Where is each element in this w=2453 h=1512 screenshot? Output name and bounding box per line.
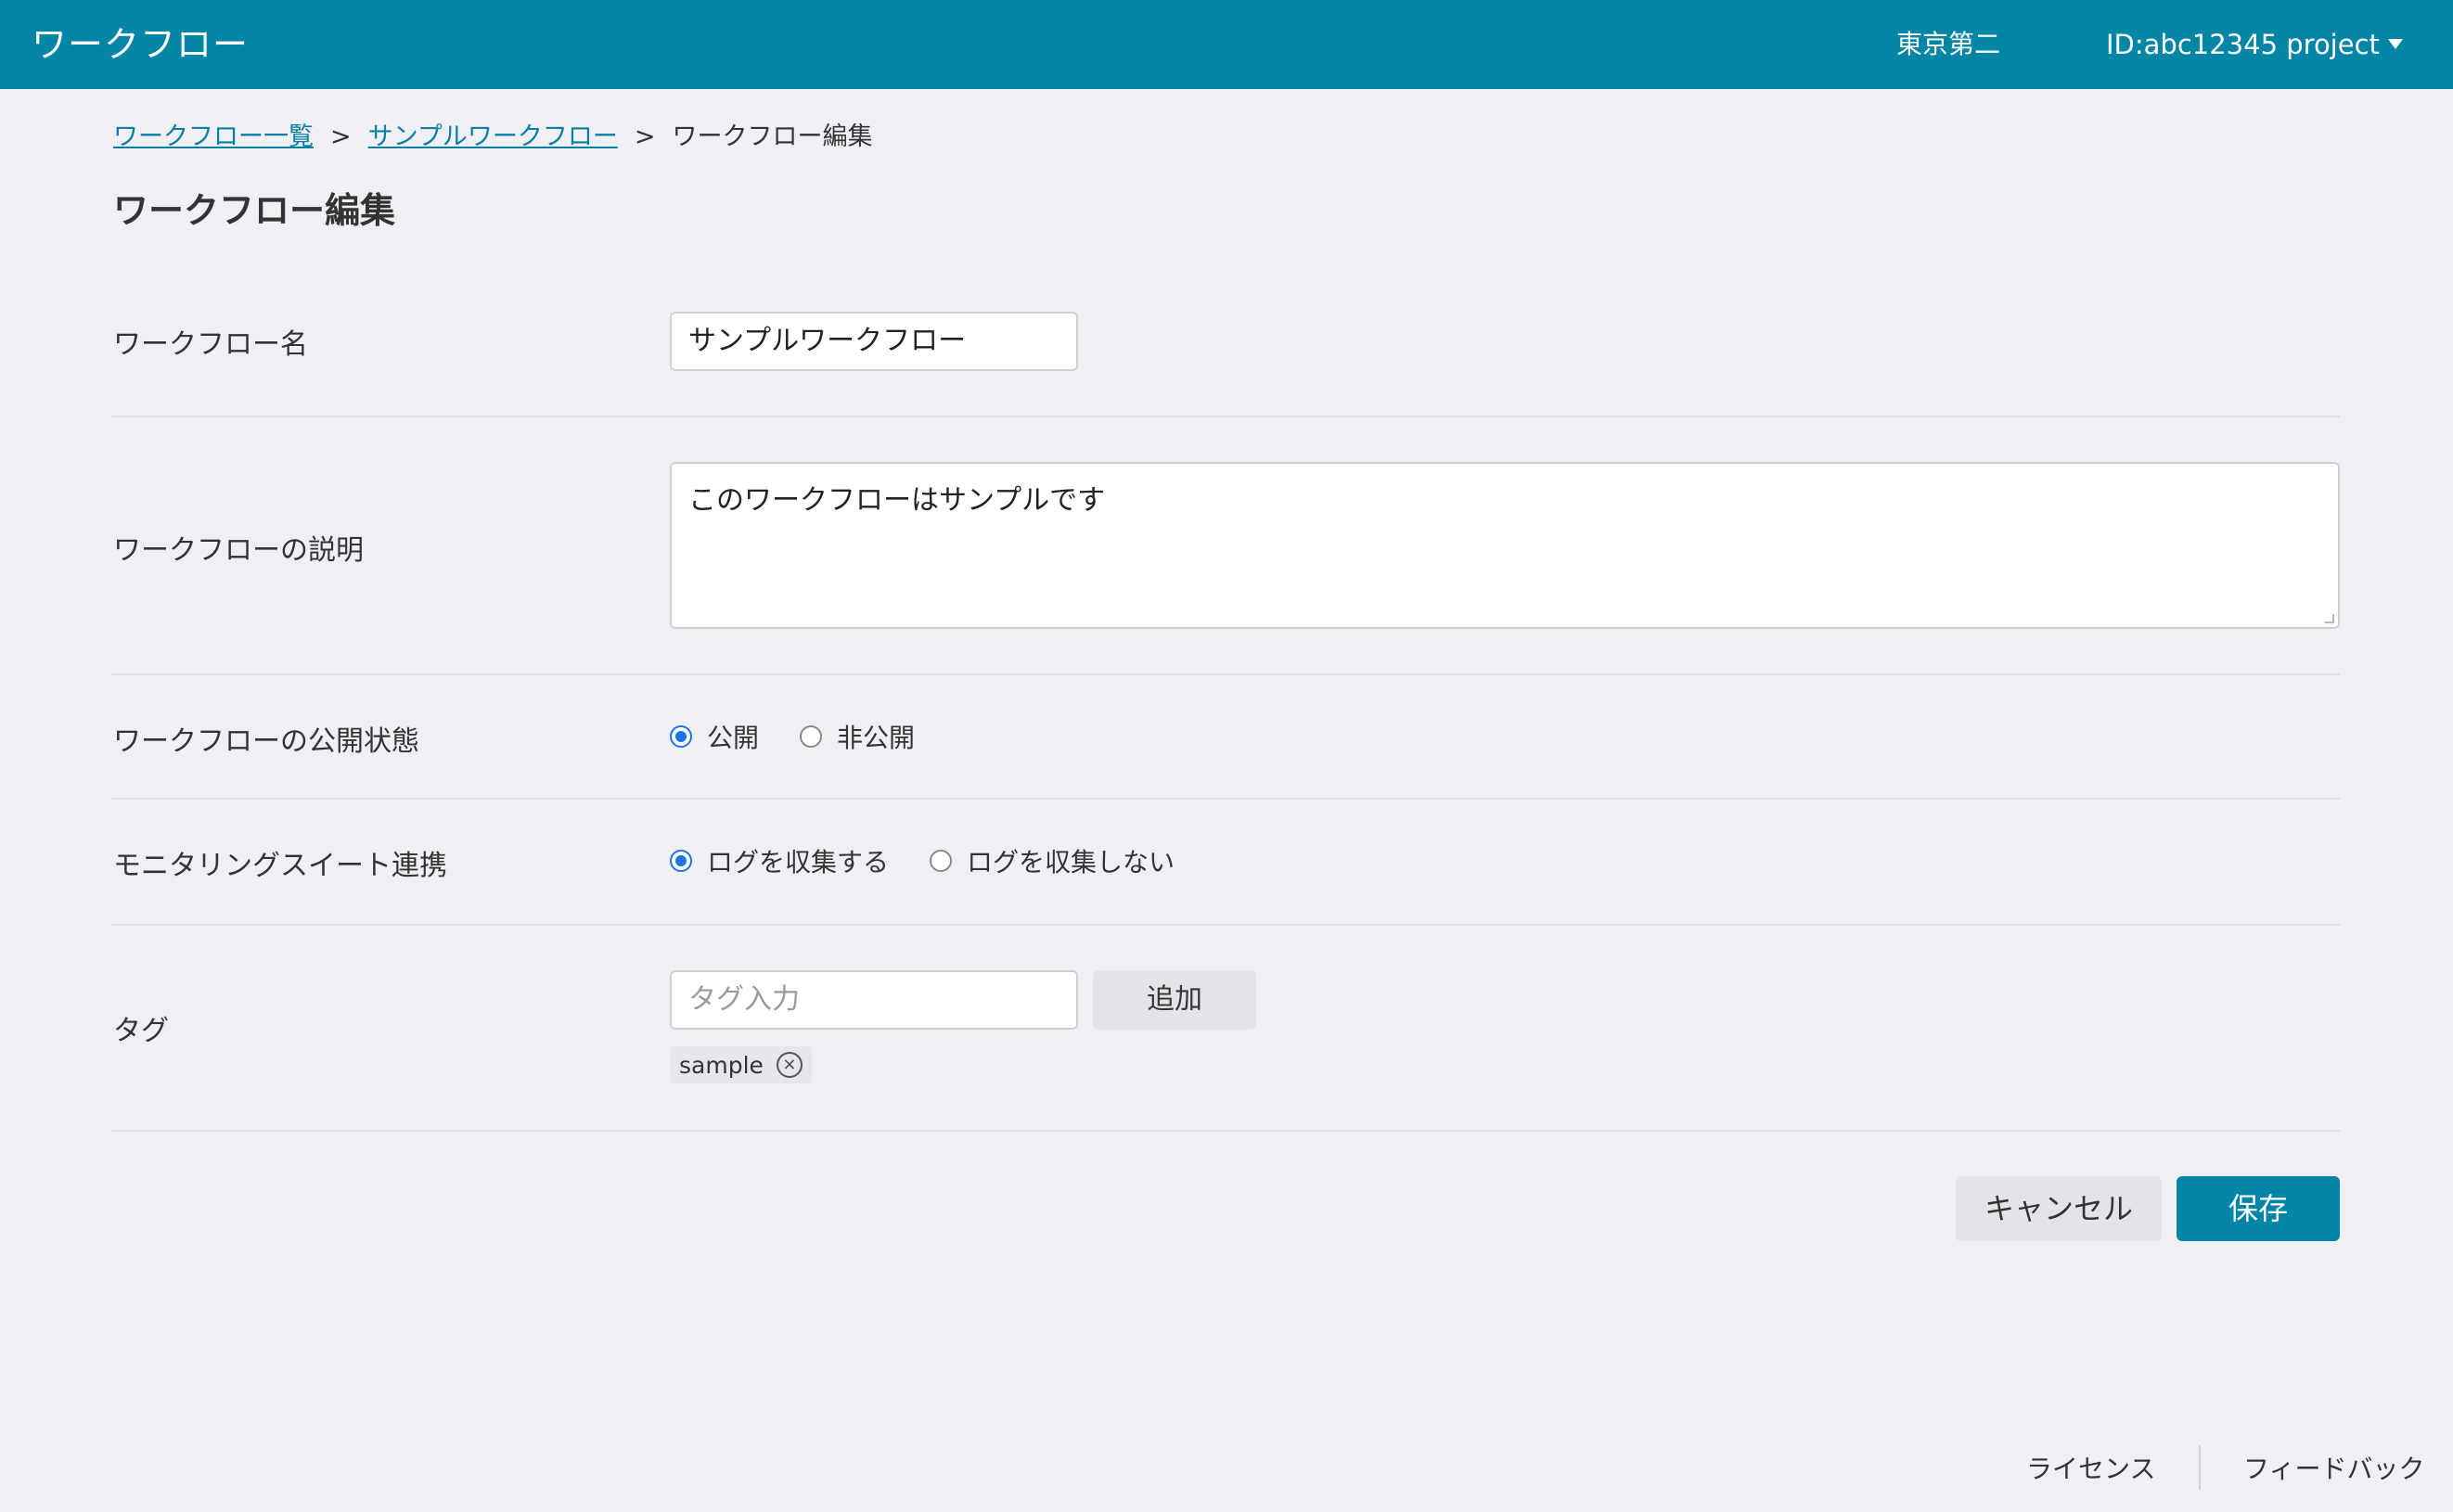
app-header: ワークフロー 東京第二 ID:abc12345 project xyxy=(0,0,2453,89)
divider xyxy=(111,798,2340,800)
project-selector[interactable]: ID:abc12345 project xyxy=(2106,0,2380,89)
feedback-link[interactable]: フィードバック xyxy=(2243,1449,2424,1486)
add-tag-button[interactable]: 追加 xyxy=(1093,970,1256,1030)
breadcrumb-current: ワークフロー編集 xyxy=(672,122,873,151)
workflow-description-text: このワークフローはサンプルです xyxy=(688,484,1106,517)
divider xyxy=(111,924,2340,926)
radio-public[interactable] xyxy=(670,725,692,748)
radio-public-label[interactable]: 公開 xyxy=(707,718,759,755)
breadcrumb-separator: > xyxy=(330,122,352,151)
page-title: ワークフロー編集 xyxy=(113,190,396,231)
footer-divider xyxy=(2199,1445,2201,1490)
close-circle-icon[interactable]: × xyxy=(776,1052,803,1078)
tag-chip: sample × xyxy=(670,1046,812,1083)
radio-collect-logs-label[interactable]: ログを収集する xyxy=(707,842,889,879)
divider xyxy=(111,673,2340,675)
radio-private-label[interactable]: 非公開 xyxy=(837,718,915,755)
workflow-name-input[interactable]: サンプルワークフロー xyxy=(670,312,1078,371)
breadcrumb-link-sample-workflow[interactable]: サンプルワークフロー xyxy=(368,122,618,151)
workflow-visibility-label: ワークフローの公開状態 xyxy=(113,725,419,758)
breadcrumb: ワークフロー一覧 > サンプルワークフロー > ワークフロー編集 xyxy=(113,119,872,156)
cancel-button[interactable]: キャンセル xyxy=(1956,1176,2162,1241)
monitoring-radio-group: ログを収集する ログを収集しない xyxy=(670,842,1215,879)
breadcrumb-separator: > xyxy=(634,122,656,151)
divider xyxy=(111,1130,2340,1132)
save-button[interactable]: 保存 xyxy=(2177,1176,2340,1241)
license-link[interactable]: ライセンス xyxy=(2026,1449,2155,1486)
visibility-radio-group: 公開 非公開 xyxy=(670,718,956,755)
monitoring-suite-label: モニタリングスイート連携 xyxy=(113,850,447,882)
app-title: ワークフロー xyxy=(32,24,250,65)
tag-chip-label: sample xyxy=(679,1051,764,1079)
tags-label: タグ xyxy=(113,1015,169,1047)
divider xyxy=(111,416,2340,417)
region-label: 東京第二 xyxy=(1896,29,2001,59)
resize-handle-icon[interactable] xyxy=(2325,614,2334,623)
radio-private[interactable] xyxy=(800,725,823,748)
breadcrumb-link-workflow-list[interactable]: ワークフロー一覧 xyxy=(113,122,314,151)
radio-collect-logs[interactable] xyxy=(670,850,692,872)
tag-input[interactable]: タグ入力 xyxy=(670,970,1078,1030)
chevron-down-icon[interactable] xyxy=(2388,39,2403,49)
workflow-name-label: ワークフロー名 xyxy=(113,328,308,361)
workflow-description-label: ワークフローの説明 xyxy=(113,534,364,567)
radio-no-collect-logs-label[interactable]: ログを収集しない xyxy=(967,842,1175,879)
radio-no-collect-logs[interactable] xyxy=(930,850,953,872)
workflow-description-textarea[interactable]: このワークフローはサンプルです xyxy=(670,462,2340,629)
